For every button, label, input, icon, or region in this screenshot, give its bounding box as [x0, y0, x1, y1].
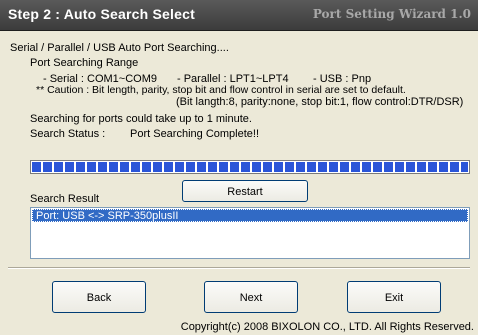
wizard-title: Port Setting Wizard 1.0 [312, 7, 471, 21]
restart-button[interactable]: Restart [182, 180, 308, 202]
search-result-list[interactable]: Port: USB <-> SRP-350plusII [30, 207, 470, 259]
result-label: Search Result [30, 193, 100, 205]
caution-defaults: (Bit langth:8, parity:none, stop bit:1, … [176, 96, 464, 108]
caution-text: ** Caution : Bit length, parity, stop bi… [36, 84, 406, 96]
progress-fill [32, 162, 468, 172]
search-heading: Serial / Parallel / USB Auto Port Search… [10, 42, 229, 54]
back-button[interactable]: Back [52, 281, 146, 313]
list-item[interactable]: Port: USB <-> SRP-350plusII [32, 209, 468, 222]
copyright-text: Copyright(c) 2008 BIXOLON CO., LTD. All … [180, 321, 474, 333]
search-progress-bar [30, 160, 470, 174]
status-value: Port Searching Complete!! [130, 128, 260, 140]
footer-divider-highlight [8, 268, 470, 269]
exit-button[interactable]: Exit [347, 281, 441, 313]
range-label: Port Searching Range [30, 57, 139, 69]
status-label: Search Status : [30, 128, 106, 140]
time-note: Searching for ports could take up to 1 m… [30, 113, 252, 125]
next-button[interactable]: Next [204, 281, 298, 313]
step-title: Step 2 : Auto Search Select [8, 6, 195, 22]
wizard-header: Step 2 : Auto Search Select Port Setting… [0, 0, 478, 31]
